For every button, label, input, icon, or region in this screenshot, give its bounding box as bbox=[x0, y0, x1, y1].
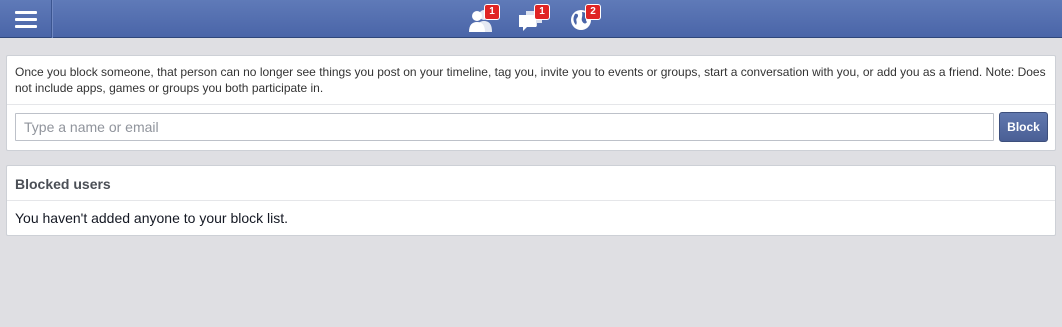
block-button[interactable]: Block bbox=[999, 112, 1048, 142]
menu-bar-line bbox=[14, 10, 37, 14]
blocked-users-title: Blocked users bbox=[15, 176, 111, 192]
block-name-or-email-input[interactable] bbox=[15, 113, 994, 141]
messages-button[interactable]: 1 bbox=[516, 4, 550, 34]
block-notice-text: Once you block someone, that person can … bbox=[15, 65, 1046, 95]
hamburger-menu-icon[interactable] bbox=[0, 0, 52, 38]
panel-divider bbox=[7, 200, 1055, 201]
messages-badge: 1 bbox=[534, 4, 550, 20]
top-navigation-bar: 1 1 2 bbox=[0, 0, 1062, 38]
block-user-panel: Once you block someone, that person can … bbox=[6, 55, 1056, 151]
notifications-badge: 2 bbox=[585, 4, 601, 20]
notifications-button[interactable]: 2 bbox=[567, 4, 601, 34]
blocked-users-panel: Blocked users You haven't added anyone t… bbox=[6, 165, 1056, 236]
friend-requests-button[interactable]: 1 bbox=[466, 4, 500, 34]
friend-requests-badge: 1 bbox=[484, 4, 500, 20]
menu-bar-line bbox=[14, 17, 37, 21]
blocked-list-empty-message: You haven't added anyone to your block l… bbox=[15, 210, 289, 226]
menu-bar-line bbox=[14, 24, 37, 28]
panel-divider bbox=[7, 104, 1055, 105]
